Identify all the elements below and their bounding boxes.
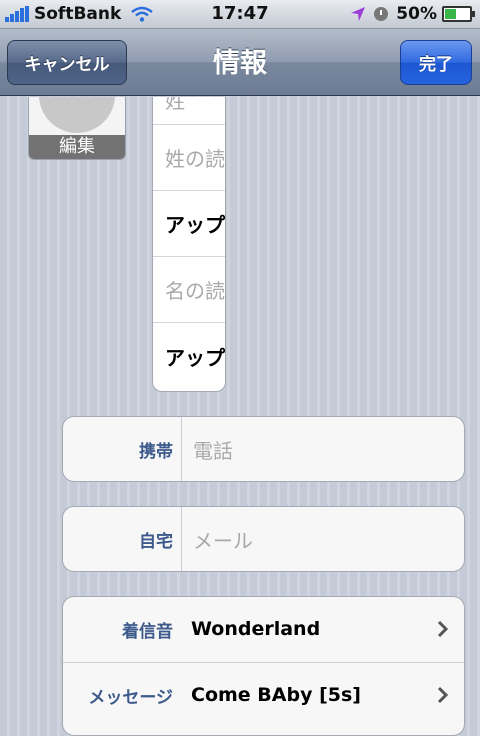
chevron-right-icon [437, 686, 449, 704]
name-fields-group: 姓 姓の読 アップ 名の読 アップ [152, 97, 226, 392]
phone-input[interactable]: 電話 [193, 435, 233, 464]
battery-icon [442, 6, 475, 22]
message-tone-row[interactable]: メッセージ Come BAby [5s] [63, 663, 464, 727]
last-name-reading-field[interactable]: 姓の読 [153, 125, 225, 191]
ringtone-label: 着信音 [122, 621, 173, 642]
navigation-bar: キャンセル 情報 完了 [0, 29, 480, 96]
phone-group: 携帯 電話 [62, 416, 465, 482]
email-separator [181, 507, 182, 571]
email-input[interactable]: メール [193, 525, 253, 554]
ringtone-value: Wonderland [191, 618, 321, 640]
email-group: 自宅 メール [62, 506, 465, 572]
photo-edit-label: 編集 [29, 135, 125, 159]
photo-placeholder-icon [39, 97, 115, 133]
last-name-reading-placeholder: 姓の読 [165, 147, 225, 171]
battery-percent: 50% [396, 4, 437, 24]
first-name-reading-placeholder: 名の読 [165, 279, 225, 303]
chevron-right-icon [437, 620, 449, 638]
tones-group: 着信音 Wonderland メッセージ Come BAby [5s] [62, 596, 465, 736]
contact-photo-button[interactable]: 編集 [28, 97, 126, 160]
phone-separator [181, 417, 182, 481]
phone-row[interactable]: 携帯 電話 [63, 417, 464, 481]
message-tone-label: メッセージ [88, 687, 173, 708]
last-name-placeholder: 姓 [165, 97, 185, 113]
battery-fill [445, 9, 456, 19]
status-bar: SoftBank 17:47 50% [0, 0, 480, 29]
clock-icon [374, 7, 389, 21]
first-name-value-field[interactable]: アップ [153, 323, 225, 389]
last-name-field[interactable]: 姓 [153, 97, 225, 125]
email-label[interactable]: 自宅 [63, 527, 181, 552]
done-button[interactable]: 完了 [400, 40, 472, 85]
last-name-value-field[interactable]: アップ [153, 191, 225, 257]
first-name-reading-field[interactable]: 名の読 [153, 257, 225, 323]
last-name-value: アップ [165, 213, 225, 237]
email-row[interactable]: 自宅 メール [63, 507, 464, 571]
status-right: 50% [350, 3, 475, 25]
ringtone-row[interactable]: 着信音 Wonderland [63, 597, 464, 661]
message-tone-value: Come BAby [5s] [191, 684, 361, 706]
location-arrow-icon [351, 7, 366, 21]
phone-label[interactable]: 携帯 [63, 437, 181, 462]
first-name-value: アップ [165, 345, 225, 370]
